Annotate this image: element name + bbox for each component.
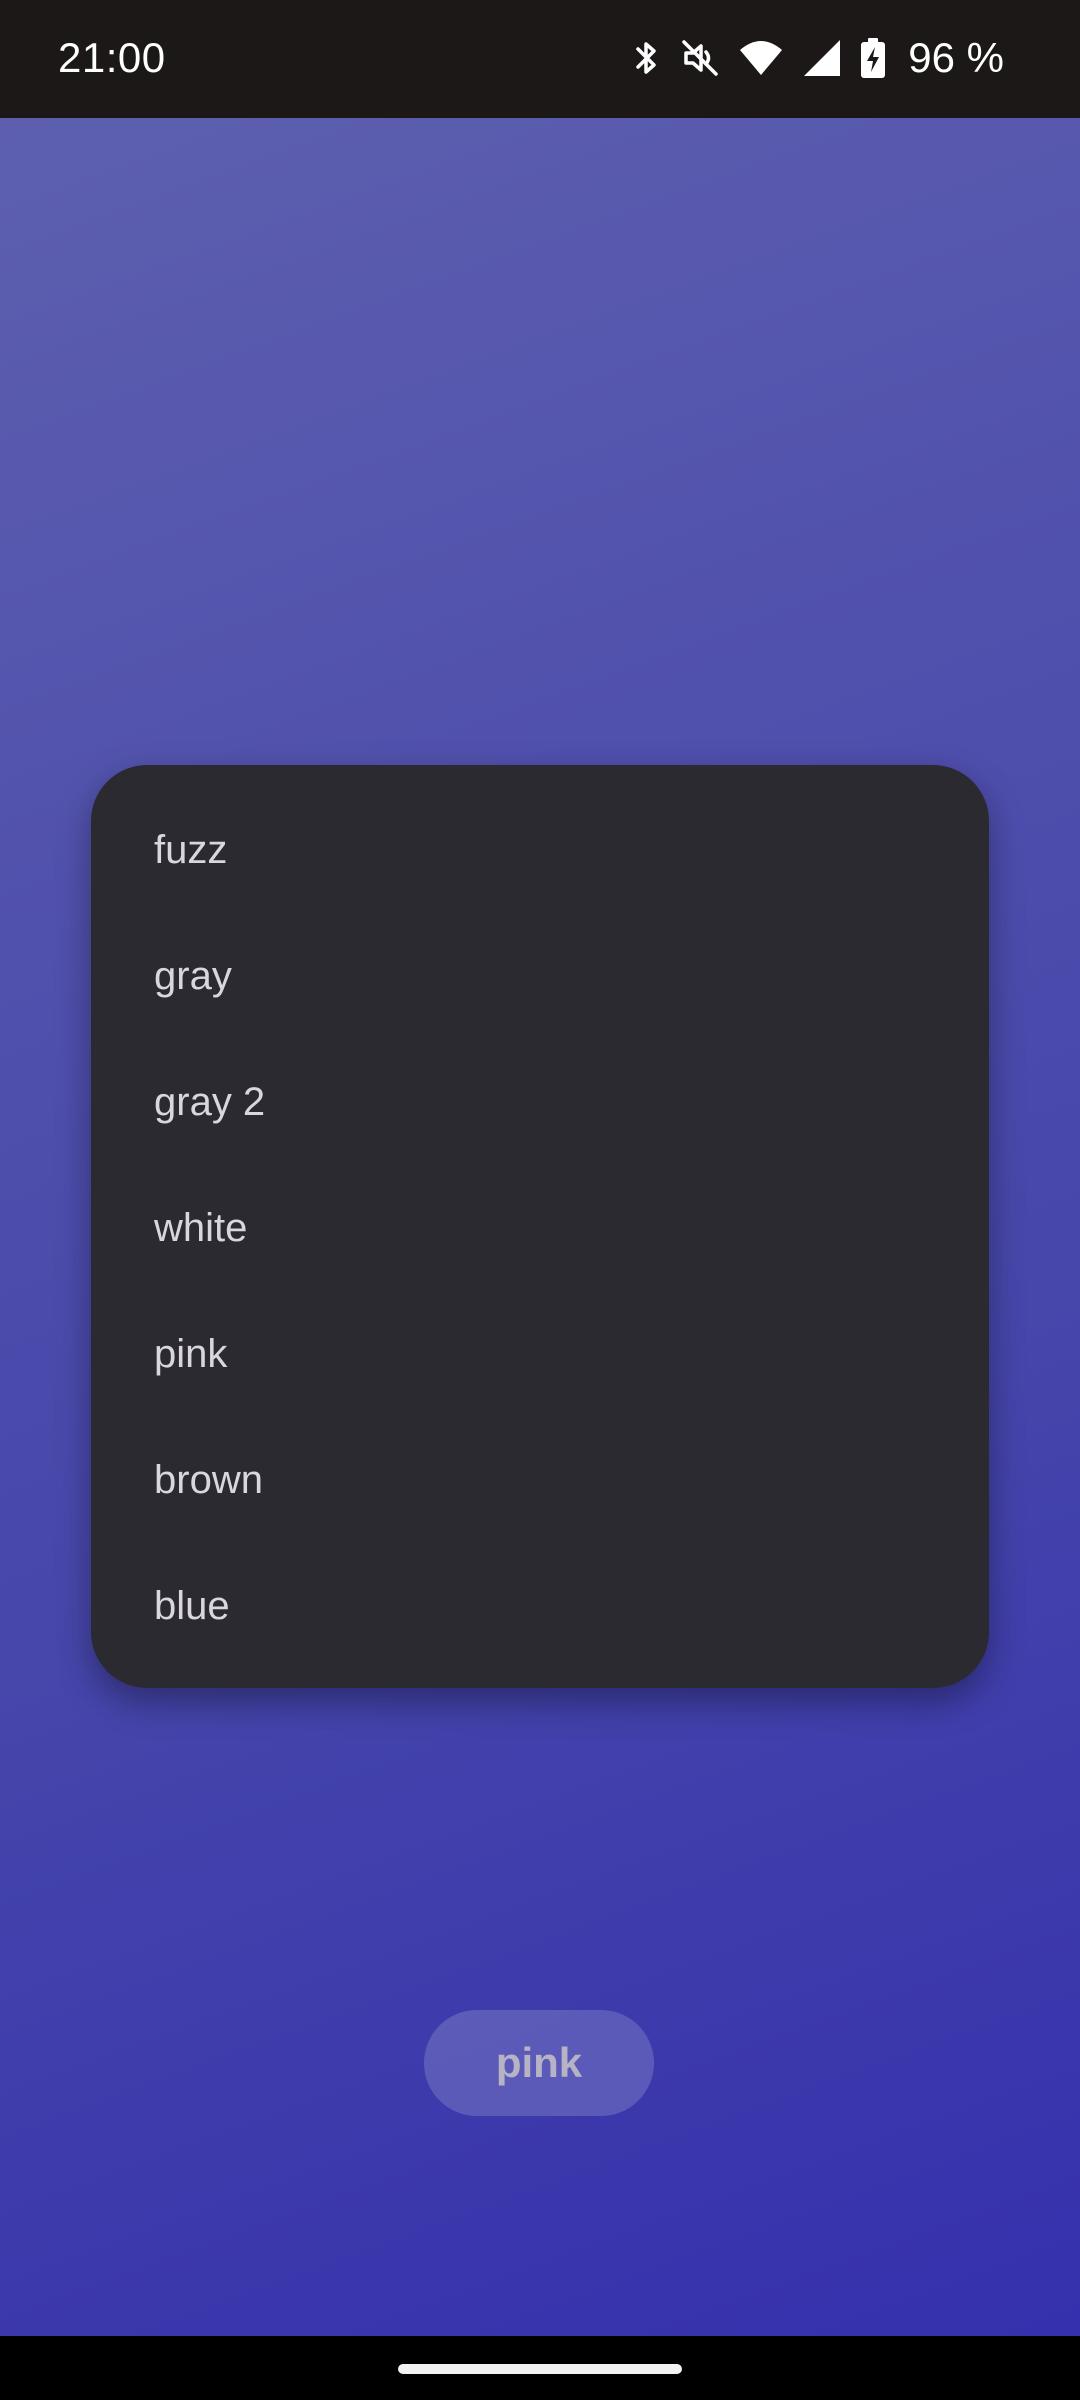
navigation-bar: [0, 2336, 1080, 2400]
menu-item-gray[interactable]: gray: [91, 913, 989, 1039]
menu-item-brown[interactable]: brown: [91, 1417, 989, 1543]
cell-signal-icon: [802, 38, 842, 78]
home-handle[interactable]: [398, 2364, 682, 2374]
status-time: 21:00: [58, 34, 166, 81]
menu-item-pink[interactable]: pink: [91, 1291, 989, 1417]
menu-item-blue[interactable]: blue: [91, 1543, 989, 1669]
wifi-icon: [738, 38, 784, 78]
status-bar: 21:00 96 %: [0, 0, 1080, 118]
color-menu: fuzz gray gray 2 white pink brown blue: [91, 765, 989, 1688]
battery-charging-icon: [860, 37, 886, 79]
mute-icon: [680, 38, 720, 78]
menu-item-gray-2[interactable]: gray 2: [91, 1039, 989, 1165]
menu-item-fuzz[interactable]: fuzz: [91, 787, 989, 913]
bluetooth-icon: [632, 38, 662, 78]
status-icons: 96 %: [632, 30, 1004, 86]
menu-item-white[interactable]: white: [91, 1165, 989, 1291]
battery-percentage: 96 %: [908, 34, 1004, 81]
selected-color-button[interactable]: pink: [424, 2010, 654, 2116]
